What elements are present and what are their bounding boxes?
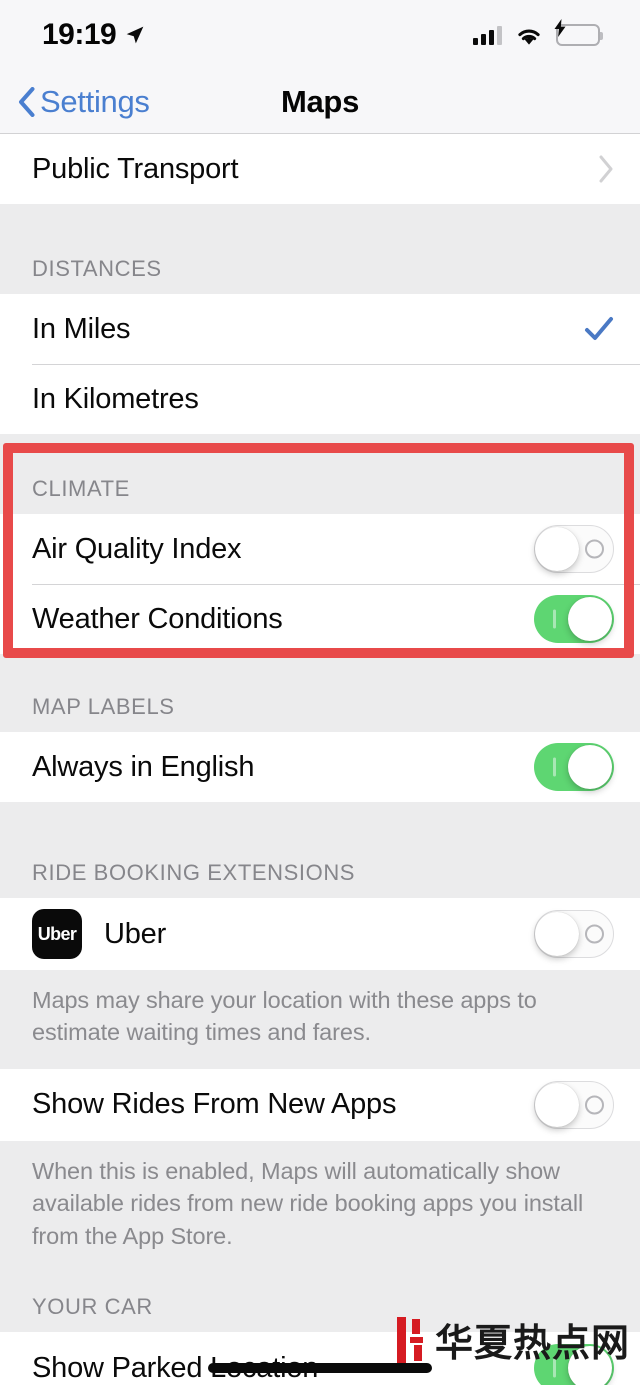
section-your-car: Show Parked Location: [0, 1332, 640, 1385]
toggle-show-parked-location[interactable]: [534, 1344, 614, 1385]
row-label: Public Transport: [32, 152, 239, 185]
toggle-on-bar-icon: [553, 1358, 556, 1378]
toggle-off-circle-icon: [585, 924, 604, 944]
back-button-label: Settings: [40, 83, 150, 119]
toggle-uber[interactable]: [534, 910, 614, 958]
chevron-left-icon: [18, 86, 35, 117]
section-header-ride-booking: RIDE BOOKING EXTENSIONS: [0, 850, 640, 898]
section-header-distances: DISTANCES: [0, 246, 640, 294]
status-bar-left: 19:19: [42, 18, 145, 52]
section-gap: [0, 1272, 640, 1289]
section-map-labels: Always in English: [0, 732, 640, 802]
toggle-knob: [568, 597, 612, 641]
section-header-climate: CLIMATE: [0, 468, 640, 514]
toggle-knob: [535, 912, 579, 956]
wifi-icon: [515, 25, 543, 46]
section-climate: Air Quality Index Weather Conditions: [0, 514, 640, 654]
battery-charging-icon: [554, 19, 603, 46]
toggle-weather-conditions[interactable]: [534, 595, 614, 643]
row-show-rides-from-new-apps[interactable]: Show Rides From New Apps: [0, 1068, 640, 1141]
row-show-parked-location[interactable]: Show Parked Location: [0, 1332, 640, 1385]
toggle-show-rides-from-new-apps[interactable]: [534, 1080, 614, 1129]
toggle-knob: [535, 1082, 579, 1127]
row-uber[interactable]: Uber Uber: [0, 898, 640, 970]
chevron-right-icon: [598, 155, 614, 183]
toggle-off-circle-icon: [585, 539, 604, 559]
row-always-in-english[interactable]: Always in English: [0, 732, 640, 802]
cellular-signal-icon: [473, 25, 502, 45]
section-header-map-labels: MAP LABELS: [0, 686, 640, 732]
section-gap: [0, 204, 640, 246]
row-air-quality-index[interactable]: Air Quality Index: [0, 514, 640, 584]
footnote-ride-booking: Maps may share your location with these …: [0, 970, 640, 1069]
toggle-always-in-english[interactable]: [534, 743, 614, 791]
navigation-bar: Settings Maps: [0, 70, 640, 134]
footnote-show-rides: When this is enabled, Maps will automati…: [0, 1140, 640, 1273]
row-in-kilometres[interactable]: In Kilometres: [0, 364, 640, 434]
status-bar-right: [473, 19, 603, 46]
section-show-rides: Show Rides From New Apps: [0, 1068, 640, 1141]
toggle-on-bar-icon: [553, 609, 556, 629]
row-label: In Kilometres: [32, 382, 199, 415]
section-top-partial: Public Transport: [0, 134, 640, 204]
row-label: In Miles: [32, 312, 131, 345]
checkmark-icon: [584, 315, 614, 343]
row-public-transport[interactable]: Public Transport: [0, 134, 640, 204]
toggle-air-quality-index[interactable]: [534, 525, 614, 573]
uber-app-icon-label: Uber: [37, 923, 77, 944]
section-gap: [0, 802, 640, 850]
section-header-your-car: YOUR CAR: [0, 1288, 640, 1333]
row-label: Show Rides From New Apps: [32, 1088, 397, 1121]
row-label: Air Quality Index: [32, 532, 242, 565]
row-in-miles[interactable]: In Miles: [0, 294, 640, 364]
section-gap: [0, 654, 640, 686]
back-button[interactable]: Settings: [0, 84, 150, 120]
toggle-knob: [535, 527, 579, 571]
location-arrow-icon: [125, 24, 145, 46]
status-bar-clock: 19:19: [42, 18, 117, 51]
row-weather-conditions[interactable]: Weather Conditions: [0, 584, 640, 654]
toggle-on-bar-icon: [553, 757, 556, 777]
section-ride-booking: Uber Uber: [0, 898, 640, 970]
toggle-knob: [568, 1346, 612, 1385]
iphone-screen: 19:19 Settings Maps Public Transport DIS…: [0, 0, 640, 1385]
toggle-knob: [568, 745, 612, 789]
status-bar: 19:19: [0, 0, 640, 70]
home-indicator[interactable]: [208, 1363, 432, 1373]
uber-app-icon: Uber: [32, 909, 82, 959]
row-label: Always in English: [32, 750, 255, 783]
row-label: Weather Conditions: [32, 602, 283, 635]
row-label: Uber: [104, 917, 167, 950]
section-gap: [0, 434, 640, 468]
section-distances: In Miles In Kilometres: [0, 294, 640, 434]
toggle-off-circle-icon: [585, 1095, 604, 1115]
